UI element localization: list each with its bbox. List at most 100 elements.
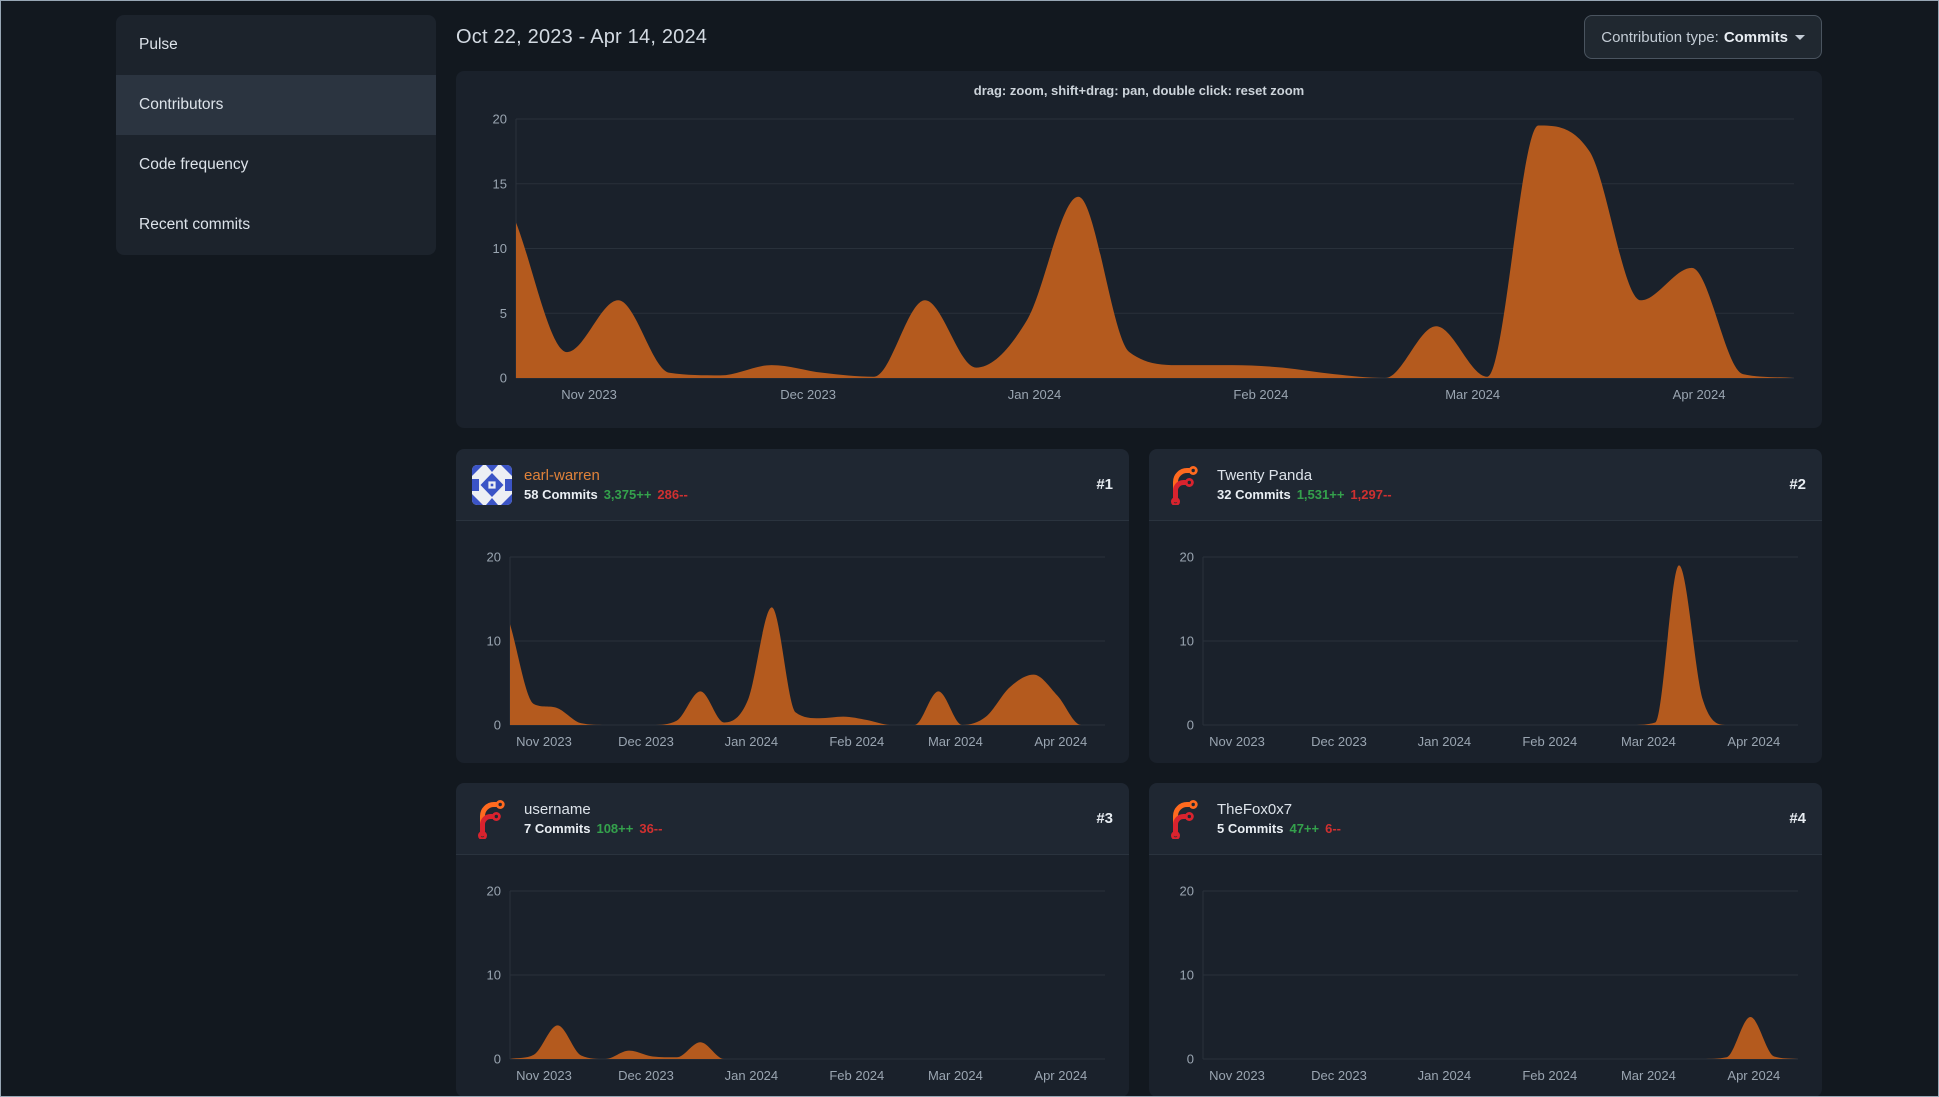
overall-contributions-chart[interactable]: 0 5 10 15 20 Nov 2023 Dec 2023 Jan 2024 Feb 2024…	[472, 103, 1808, 408]
svg-text:15: 15	[493, 176, 507, 191]
svg-text:0: 0	[1187, 718, 1194, 733]
svg-text:10: 10	[1180, 968, 1194, 983]
contributor-stats: 7 Commits 108++ 36--	[524, 821, 662, 836]
svg-text:20: 20	[487, 884, 501, 899]
contributor-stats: 5 Commits 47++ 6--	[1217, 821, 1341, 836]
svg-text:Feb 2024: Feb 2024	[829, 734, 884, 749]
svg-text:10: 10	[493, 241, 507, 256]
svg-text:Feb 2024: Feb 2024	[1522, 734, 1577, 749]
contributor-rank: #2	[1789, 476, 1806, 493]
contributor-chart[interactable]: 0 10 20 Nov 2023 Dec 2023 Jan 2024 Feb 2024 Mar…	[466, 869, 1119, 1089]
svg-text:Apr 2024: Apr 2024	[1727, 734, 1780, 749]
svg-text:20: 20	[487, 550, 501, 565]
svg-text:Apr 2024: Apr 2024	[1034, 734, 1087, 749]
contributor-cards-grid: earl-warren 58 Commits 3,375++ 286-- #1 0 1…	[456, 449, 1822, 1096]
sidebar-item-contributors[interactable]: Contributors	[116, 75, 436, 135]
svg-text:Nov 2023: Nov 2023	[516, 1068, 572, 1083]
contributor-additions: 3,375++	[603, 487, 652, 502]
contributor-commit-count: 5 Commits	[1217, 821, 1284, 836]
contributor-identity: username 7 Commits 108++ 36--	[524, 801, 662, 836]
contribution-type-value: Commits	[1723, 28, 1788, 46]
contributor-card-4: TheFox0x7 5 Commits 47++ 6-- #4 0 10 20 Nov 2…	[1149, 783, 1822, 1096]
svg-text:Mar 2024: Mar 2024	[1621, 734, 1676, 749]
svg-text:Apr 2024: Apr 2024	[1034, 1068, 1087, 1083]
svg-text:0: 0	[494, 1052, 501, 1067]
contributor-chart[interactable]: 0 10 20 Nov 2023 Dec 2023 Jan 2024 Feb 2024 Mar…	[466, 535, 1119, 755]
contributor-deletions: 6--	[1325, 821, 1342, 836]
svg-text:Feb 2024: Feb 2024	[829, 1068, 884, 1083]
svg-text:Feb 2024: Feb 2024	[1233, 387, 1288, 402]
svg-text:Apr 2024: Apr 2024	[1673, 387, 1726, 402]
svg-text:Dec 2023: Dec 2023	[618, 1068, 674, 1083]
svg-text:Dec 2023: Dec 2023	[1311, 1068, 1367, 1083]
chart-zoom-hint: drag: zoom, shift+drag: pan, double clic…	[973, 83, 1305, 98]
sidebar-item-recent-commits[interactable]: Recent commits	[116, 195, 436, 255]
contributor-stats: 32 Commits 1,531++ 1,297--	[1217, 487, 1392, 502]
svg-text:Feb 2024: Feb 2024	[1522, 1068, 1577, 1083]
main-content: Oct 22, 2023 - Apr 14, 2024 Contribution…	[456, 15, 1822, 1096]
svg-text:Jan 2024: Jan 2024	[1008, 387, 1062, 402]
svg-text:Apr 2024: Apr 2024	[1727, 1068, 1780, 1083]
contributor-chart[interactable]: 0 10 20 Nov 2023 Dec 2023 Jan 2024 Feb 2024 Mar…	[1159, 869, 1812, 1089]
svg-text:Dec 2023: Dec 2023	[1311, 734, 1367, 749]
forgejo-contributors-page: Pulse Contributors Code frequency Recent…	[0, 0, 1939, 1097]
forgejo-logo-icon	[1165, 799, 1205, 839]
contributor-identity: earl-warren 58 Commits 3,375++ 286--	[524, 467, 688, 502]
contributor-card-header: TheFox0x7 5 Commits 47++ 6-- #4	[1149, 783, 1822, 855]
svg-text:10: 10	[487, 968, 501, 983]
contributor-card-3: username 7 Commits 108++ 36-- #3 0 10 20 Nov …	[456, 783, 1129, 1096]
contributor-chart[interactable]: 0 10 20 Nov 2023 Dec 2023 Jan 2024 Feb 2024 Mar…	[1159, 535, 1812, 755]
contributor-additions: 1,531++	[1296, 487, 1345, 502]
svg-text:20: 20	[493, 112, 507, 127]
contributor-commit-count: 32 Commits	[1217, 487, 1291, 502]
svg-text:Mar 2024: Mar 2024	[928, 1068, 983, 1083]
contributor-commit-count: 58 Commits	[524, 487, 598, 502]
forgejo-logo-icon	[1165, 465, 1205, 505]
svg-text:Nov 2023: Nov 2023	[516, 734, 572, 749]
forgejo-logo-icon	[472, 799, 512, 839]
contributor-name: Twenty Panda	[1217, 467, 1313, 484]
date-range-heading: Oct 22, 2023 - Apr 14, 2024	[456, 25, 708, 48]
svg-text:10: 10	[487, 634, 501, 649]
svg-text:20: 20	[1180, 550, 1194, 565]
svg-text:Jan 2024: Jan 2024	[725, 734, 779, 749]
contributor-additions: 108++	[596, 821, 634, 836]
svg-text:Jan 2024: Jan 2024	[1418, 734, 1472, 749]
contributor-rank: #1	[1096, 476, 1113, 493]
svg-text:Dec 2023: Dec 2023	[618, 734, 674, 749]
contributor-card-1: earl-warren 58 Commits 3,375++ 286-- #1 0 1…	[456, 449, 1129, 763]
sidebar-item-code-frequency[interactable]: Code frequency	[116, 135, 436, 195]
contribution-type-label: Contribution type:	[1601, 28, 1719, 46]
contributor-rank: #3	[1096, 810, 1113, 827]
svg-text:Jan 2024: Jan 2024	[1418, 1068, 1472, 1083]
contributor-name-link[interactable]: earl-warren	[524, 467, 688, 484]
contributor-additions: 47++	[1289, 821, 1320, 836]
svg-text:20: 20	[1180, 884, 1194, 899]
svg-text:Nov 2023: Nov 2023	[1209, 734, 1265, 749]
sidebar-item-pulse[interactable]: Pulse	[116, 15, 436, 75]
contributor-commit-count: 7 Commits	[524, 821, 591, 836]
contributor-card-header: earl-warren 58 Commits 3,375++ 286-- #1	[456, 449, 1129, 521]
contributor-rank: #4	[1789, 810, 1806, 827]
contributor-stats: 58 Commits 3,375++ 286--	[524, 487, 688, 502]
contributor-card-header: Twenty Panda 32 Commits 1,531++ 1,297-- #2	[1149, 449, 1822, 521]
svg-text:Mar 2024: Mar 2024	[928, 734, 983, 749]
topbar: Oct 22, 2023 - Apr 14, 2024 Contribution…	[456, 15, 1822, 59]
svg-text:Jan 2024: Jan 2024	[725, 1068, 779, 1083]
contributor-identity: Twenty Panda 32 Commits 1,531++ 1,297--	[1217, 467, 1392, 502]
contributor-deletions: 286--	[657, 487, 688, 502]
contributor-card-header: username 7 Commits 108++ 36-- #3	[456, 783, 1129, 855]
svg-text:10: 10	[1180, 634, 1194, 649]
svg-text:0: 0	[500, 371, 507, 386]
svg-text:0: 0	[1187, 1052, 1194, 1067]
svg-text:Mar 2024: Mar 2024	[1621, 1068, 1676, 1083]
contributor-deletions: 1,297--	[1350, 487, 1392, 502]
overall-chart-card: drag: zoom, shift+drag: pan, double clic…	[456, 71, 1822, 428]
contributor-name: TheFox0x7	[1217, 801, 1293, 818]
contributor-deletions: 36--	[639, 821, 663, 836]
contribution-type-dropdown[interactable]: Contribution type: Commits	[1584, 15, 1822, 59]
contributor-identity: TheFox0x7 5 Commits 47++ 6--	[1217, 801, 1341, 836]
svg-text:Dec 2023: Dec 2023	[780, 387, 836, 402]
dropdown-caret-icon	[1795, 34, 1805, 40]
contributor-name: username	[524, 801, 591, 818]
